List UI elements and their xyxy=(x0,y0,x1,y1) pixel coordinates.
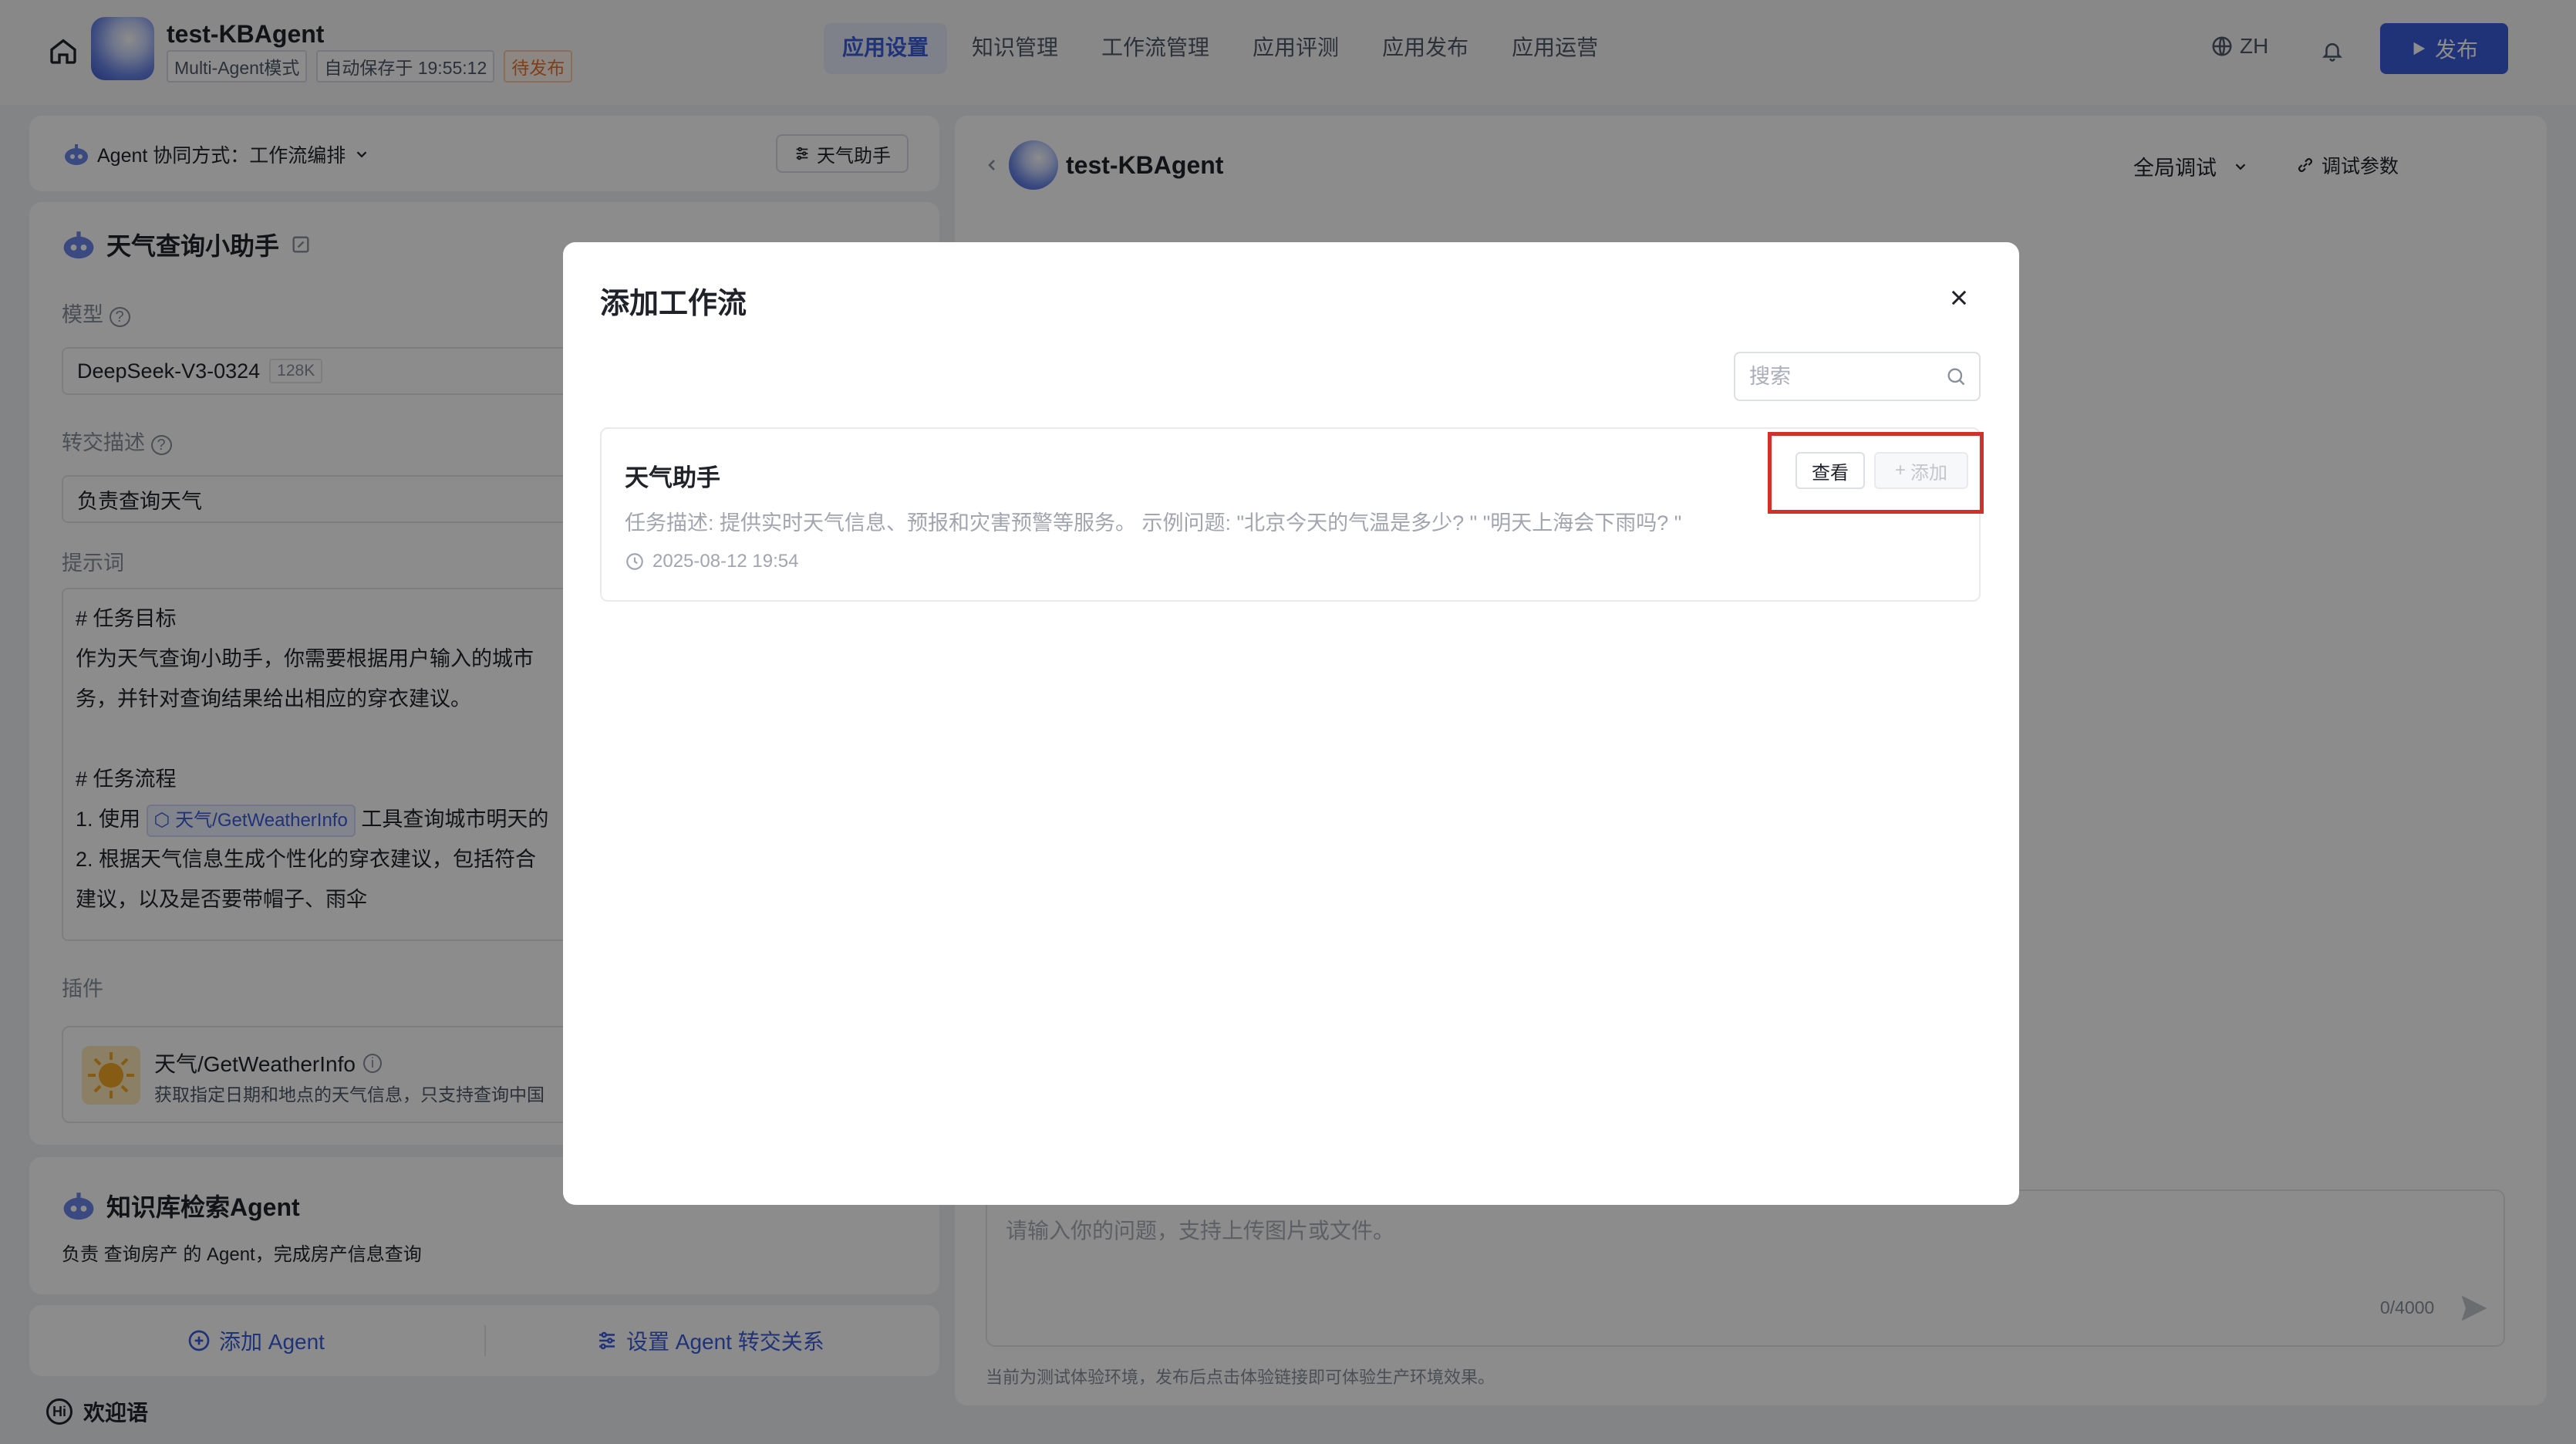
search-field[interactable] xyxy=(1734,352,1981,401)
add-button-label: 添加 xyxy=(1910,462,1947,484)
modal-title: 添加工作流 xyxy=(600,288,747,320)
workflow-item: 天气助手 任务描述: 提供实时天气信息、预报和灾害预警等服务。 示例问题: "北… xyxy=(600,427,1984,602)
search-icon[interactable] xyxy=(1944,364,1968,389)
workflow-desc: 任务描述: 提供实时天气信息、预报和灾害预警等服务。 示例问题: "北京今天的气… xyxy=(625,511,1682,535)
workflow-time-text: 2025-08-12 19:54 xyxy=(652,551,799,572)
add-workflow-modal: 添加工作流 天气助手 任务描述: 提供实时天气信息、预报和灾害预警等服务。 示例… xyxy=(563,242,2019,1205)
clock-icon xyxy=(626,553,643,570)
workflow-name: 天气助手 xyxy=(625,464,720,491)
plus-icon: + xyxy=(1894,460,1906,481)
search-input[interactable] xyxy=(1749,353,1934,400)
add-button[interactable]: + 添加 xyxy=(1874,452,1968,489)
close-icon[interactable] xyxy=(1942,281,1976,315)
view-button[interactable]: 查看 xyxy=(1795,452,1865,489)
workflow-time: 2025-08-12 19:54 xyxy=(625,551,799,572)
